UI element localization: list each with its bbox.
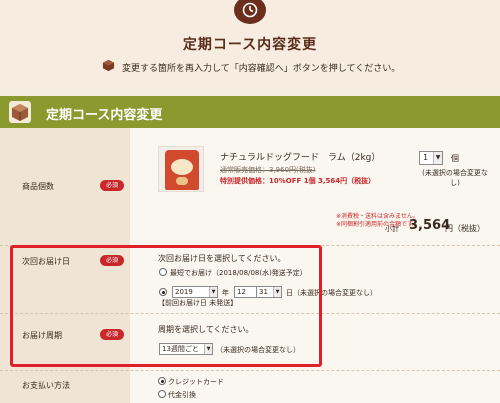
page: 定期コース内容変更 変更する箇所を再入力して「内容確認へ」ボタンを押してください… bbox=[0, 0, 500, 403]
section-banner: 定期コース内容変更 bbox=[0, 96, 500, 128]
dog-food-bag bbox=[165, 150, 199, 190]
subtotal-label: 小計 bbox=[385, 225, 399, 233]
quantity-select[interactable]: 1 ▼ bbox=[419, 151, 443, 165]
instruction-text: 変更する箇所を再入力して「内容確認へ」ボタンを押してください。 bbox=[122, 64, 401, 74]
quantity-row-label: 商品個数 bbox=[22, 182, 54, 191]
page-title: 定期コース内容変更 bbox=[182, 37, 318, 53]
credit-card-radio[interactable] bbox=[158, 377, 166, 385]
product-image bbox=[158, 146, 204, 192]
quantity-unit: 個 bbox=[451, 154, 459, 163]
section-title: 定期コース内容変更 bbox=[46, 108, 163, 123]
quantity-value: 1 bbox=[423, 153, 429, 162]
box-icon bbox=[102, 59, 115, 72]
highlight-box bbox=[10, 245, 322, 367]
cod-label: 代金引換 bbox=[168, 391, 196, 399]
required-badge: 必須 bbox=[100, 180, 124, 191]
product-name: ナチュラルドッグフード ラム（2kg） bbox=[220, 153, 381, 163]
payment-row-label: お支払い方法 bbox=[22, 381, 70, 390]
credit-card-label: クレジットカード bbox=[168, 378, 224, 386]
regular-price: 通常販売価格：3,960円(税抜) bbox=[220, 166, 316, 174]
package-icon bbox=[9, 101, 31, 123]
subtotal-value: 3,564 bbox=[409, 218, 451, 233]
special-price: 特別提供価格：10%OFF 1個 3,564円（税抜） bbox=[220, 177, 376, 185]
bundle-note: ※同梱割引適用前の金額です。 bbox=[336, 221, 419, 228]
clock-icon bbox=[234, 0, 266, 24]
clock-badge bbox=[228, 0, 272, 28]
page-header: 定期コース内容変更 変更する箇所を再入力して「内容確認へ」ボタンを押してください… bbox=[0, 0, 500, 86]
price-notes: ※消費税・送料は含みません。 ※同梱割引適用前の金額です。 bbox=[336, 213, 419, 229]
cod-radio[interactable] bbox=[158, 390, 166, 398]
chevron-down-icon: ▼ bbox=[433, 152, 442, 164]
subtotal-unit: 円（税抜） bbox=[445, 224, 485, 233]
tax-note: ※消費税・送料は含みません。 bbox=[336, 213, 419, 220]
quantity-note: (未選択の場合変更なし) bbox=[422, 169, 488, 187]
row-divider bbox=[0, 370, 500, 371]
